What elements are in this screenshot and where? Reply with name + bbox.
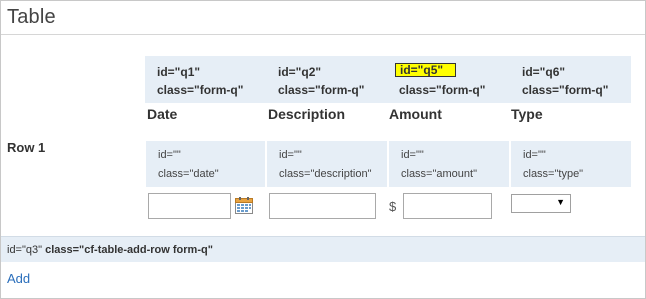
- field-class-label: class="type": [523, 168, 584, 180]
- question-cell-q6: id="q6" class="form-q": [510, 56, 631, 103]
- triangle-down-icon: ▼: [556, 197, 565, 207]
- column-heading-description: Description: [268, 106, 346, 122]
- question-class-label: class="form-q": [522, 83, 609, 97]
- question-id-label: id="q6": [522, 65, 566, 79]
- type-select[interactable]: ▼: [511, 194, 571, 213]
- field-info-type: id="" class="type": [511, 141, 631, 187]
- page-title: Table: [7, 6, 56, 28]
- field-id-label: id="": [158, 149, 181, 161]
- field-class-label: class="description": [279, 168, 372, 180]
- field-info-description: id="" class="description": [267, 141, 387, 187]
- field-id-label: id="": [401, 149, 424, 161]
- field-id-label: id="": [279, 149, 302, 161]
- question-cell-q1: id="q1" class="form-q": [145, 56, 265, 103]
- question-class-label: class="form-q": [278, 83, 365, 97]
- add-row-id: id="q3": [7, 244, 43, 256]
- amount-input[interactable]: [403, 193, 492, 219]
- field-info-date: id="" class="date": [146, 141, 265, 187]
- header: Table: [1, 1, 645, 35]
- question-class-label: class="form-q": [399, 83, 486, 97]
- column-heading-amount: Amount: [389, 106, 442, 122]
- row-label: Row 1: [7, 140, 46, 155]
- add-row-info-text: id="q3" class="cf-table-add-row form-q": [7, 244, 213, 256]
- description-input[interactable]: [269, 193, 376, 219]
- field-class-label: class="amount": [401, 168, 477, 180]
- field-info-amount: id="" class="amount": [389, 141, 509, 187]
- question-id-label: id="q1": [157, 65, 201, 79]
- question-class-label: class="form-q": [157, 83, 244, 97]
- calendar-icon[interactable]: [235, 197, 253, 214]
- question-cell-q2: id="q2" class="form-q": [266, 56, 386, 103]
- question-id-label-highlighted: id="q5": [395, 63, 456, 77]
- add-row-class: class="cf-table-add-row form-q": [45, 244, 213, 256]
- field-id-label: id="": [523, 149, 546, 161]
- add-row-link[interactable]: Add: [7, 271, 30, 286]
- add-row-info-bar: id="q3" class="cf-table-add-row form-q": [1, 236, 645, 262]
- column-heading-type: Type: [511, 106, 543, 122]
- column-heading-date: Date: [147, 106, 178, 122]
- field-class-label: class="date": [158, 168, 219, 180]
- question-id-row: id="q1" class="form-q" id="q2" class="fo…: [145, 56, 631, 103]
- date-input[interactable]: [148, 193, 231, 219]
- question-cell-q5: id="q5" class="form-q": [387, 56, 509, 103]
- currency-symbol: $: [389, 199, 397, 214]
- question-id-label: id="q2": [278, 65, 322, 79]
